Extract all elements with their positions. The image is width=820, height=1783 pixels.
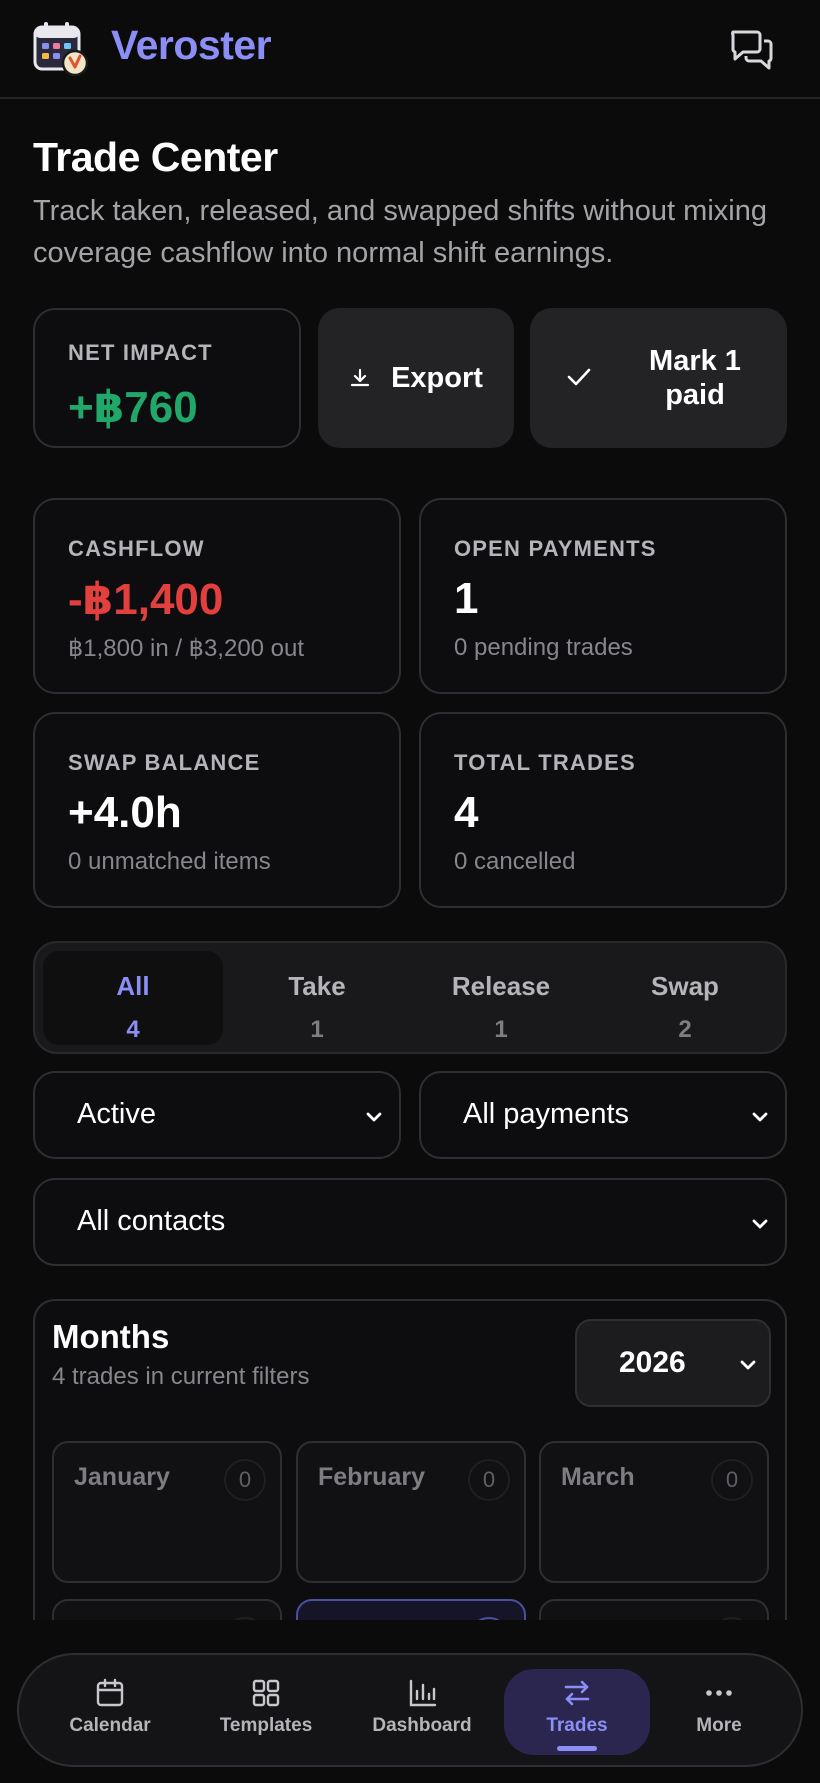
nav-label: More: [696, 1715, 742, 1736]
page-title: Trade Center: [33, 134, 278, 180]
months-panel: Months 4 trades in current filters 2026 …: [33, 1299, 787, 1629]
year-select-value: 2026: [619, 1346, 686, 1379]
total-trades-card: TOTAL TRADES 4 0 cancelled: [419, 712, 787, 908]
swap-balance-detail: 0 unmatched items: [68, 848, 271, 875]
more-dots-icon: [706, 1690, 732, 1696]
contacts-select-value: All contacts: [77, 1205, 226, 1237]
chevron-down-icon: [366, 1112, 382, 1122]
cashflow-label: CASHFLOW: [68, 536, 205, 561]
calendar-icon: [96, 1678, 124, 1707]
nav-label: Dashboard: [372, 1715, 472, 1736]
chevron-down-icon: [740, 1360, 756, 1370]
bar-chart-icon: [409, 1679, 437, 1707]
tab-count: 1: [310, 1016, 324, 1043]
tab-count: 1: [494, 1016, 508, 1043]
swap-balance-card: SWAP BALANCE +4.0h 0 unmatched items: [33, 712, 401, 908]
open-payments-value: 1: [454, 574, 479, 623]
brand-name: Veroster: [111, 22, 272, 68]
swap-arrows-icon: [564, 1680, 590, 1706]
trade-type-tabs: All 4 Take 1 Release 1 Swap 2: [33, 941, 787, 1054]
cashflow-card: CASHFLOW -฿1,400 ฿1,800 in / ฿3,200 out: [33, 498, 401, 694]
tab-label: Swap: [651, 971, 719, 1001]
active-indicator: [557, 1746, 597, 1751]
months-title: Months: [52, 1318, 170, 1355]
contacts-select[interactable]: All contacts: [33, 1178, 787, 1266]
nav-item-calendar[interactable]: Calendar: [37, 1669, 183, 1755]
year-select[interactable]: 2026: [575, 1319, 771, 1407]
swap-balance-value: +4.0h: [68, 788, 182, 837]
nav-label: Trades: [546, 1715, 608, 1736]
download-icon: [350, 368, 370, 387]
open-payments-card: OPEN PAYMENTS 1 0 pending trades: [419, 498, 787, 694]
month-card-february[interactable]: February 0: [296, 1441, 526, 1583]
nav-item-more[interactable]: More: [646, 1669, 792, 1755]
net-impact-value: +฿760: [68, 383, 198, 432]
mark-paid-label: Mark 1 paid: [649, 345, 741, 411]
calendar-clock-logo-icon[interactable]: [32, 20, 90, 78]
chat-bubbles-icon[interactable]: [728, 26, 774, 72]
open-payments-label: OPEN PAYMENTS: [454, 536, 657, 561]
nav-item-templates[interactable]: Templates: [193, 1669, 339, 1755]
nav-label: Calendar: [69, 1715, 151, 1736]
tab-label: All: [116, 971, 150, 1001]
nav-label: Templates: [219, 1715, 313, 1736]
month-name: February: [318, 1463, 425, 1491]
payments-select[interactable]: All payments: [419, 1071, 787, 1159]
month-count-badge: 0: [224, 1459, 266, 1501]
grid-icon: [252, 1679, 280, 1707]
tab-swap[interactable]: Swap 2: [595, 951, 775, 1045]
cashflow-value: -฿1,400: [68, 575, 224, 624]
check-icon: [567, 368, 591, 386]
bottom-nav: Calendar Templates Dashboard Trades More: [17, 1653, 803, 1767]
total-trades-label: TOTAL TRADES: [454, 750, 636, 775]
month-card-january[interactable]: January 0: [52, 1441, 282, 1583]
total-trades-value: 4: [454, 788, 479, 837]
tab-label: Take: [288, 971, 346, 1001]
export-button[interactable]: Export: [318, 308, 514, 448]
tab-count: 4: [126, 1016, 140, 1043]
payments-select-value: All payments: [463, 1098, 630, 1130]
month-count-badge: 0: [711, 1459, 753, 1501]
cashflow-detail: ฿1,800 in / ฿3,200 out: [68, 635, 305, 662]
nav-item-dashboard[interactable]: Dashboard: [349, 1669, 495, 1755]
open-payments-detail: 0 pending trades: [454, 634, 633, 661]
tab-take[interactable]: Take 1: [227, 951, 407, 1045]
status-select-value: Active: [77, 1098, 156, 1130]
chevron-down-icon: [752, 1219, 768, 1229]
month-name: January: [74, 1463, 170, 1491]
month-card-march[interactable]: March 0: [539, 1441, 769, 1583]
mark-paid-button[interactable]: Mark 1 paid: [530, 308, 787, 448]
tab-count: 2: [678, 1016, 692, 1043]
app-header: Veroster: [0, 0, 820, 99]
net-impact-card: NET IMPACT +฿760: [33, 308, 301, 448]
nav-item-trades[interactable]: Trades: [504, 1669, 650, 1755]
total-trades-detail: 0 cancelled: [454, 848, 576, 875]
month-count-badge: 0: [468, 1459, 510, 1501]
net-impact-label: NET IMPACT: [68, 340, 213, 365]
page-subtitle: Track taken, released, and swapped shift…: [33, 195, 767, 269]
months-subtitle: 4 trades in current filters: [52, 1363, 310, 1390]
tab-all[interactable]: All 4: [43, 951, 223, 1045]
tab-label: Release: [451, 971, 551, 1001]
chevron-down-icon: [752, 1112, 768, 1122]
tab-release[interactable]: Release 1: [411, 951, 591, 1045]
month-name: March: [561, 1463, 635, 1491]
swap-balance-label: SWAP BALANCE: [68, 750, 261, 775]
status-select[interactable]: Active: [33, 1071, 401, 1159]
export-label: Export: [391, 361, 483, 394]
